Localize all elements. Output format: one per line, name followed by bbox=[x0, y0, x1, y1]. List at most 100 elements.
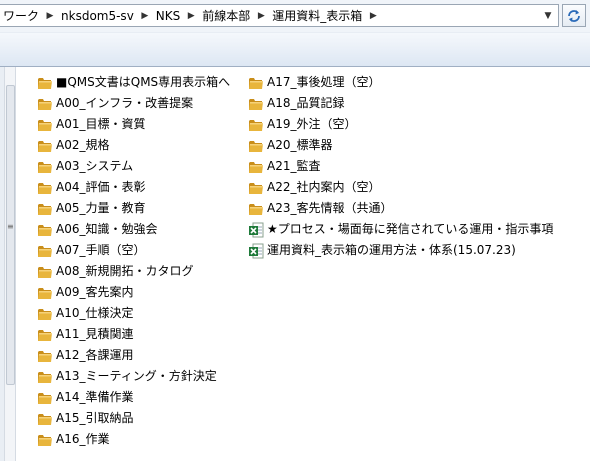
chevron-right-icon[interactable]: ▶ bbox=[363, 11, 383, 21]
breadcrumb-nks[interactable]: NKS bbox=[155, 7, 181, 25]
folder-name: A16_作業 bbox=[56, 432, 110, 446]
folder-icon bbox=[37, 180, 53, 196]
folder-item[interactable]: A19_外注（空） bbox=[248, 114, 553, 135]
folder-name: A18_品質記録 bbox=[267, 96, 345, 110]
folder-icon bbox=[37, 201, 53, 217]
folder-item[interactable]: A18_品質記録 bbox=[248, 93, 553, 114]
file-name: ★プロセス・場面毎に発信されている運用・指示事項 bbox=[267, 222, 554, 236]
folder-name: A07_手順（空） bbox=[56, 243, 146, 257]
folder-name: A20_標準器 bbox=[267, 138, 333, 152]
folder-icon bbox=[37, 138, 53, 154]
folder-item[interactable]: A07_手順（空） bbox=[37, 240, 230, 261]
folder-item[interactable]: A17_事後処理（空） bbox=[248, 72, 553, 93]
folder-name: A12_各課運用 bbox=[56, 348, 134, 362]
folder-icon bbox=[37, 159, 53, 175]
file-name: 運用資料_表示箱の運用方法・体系(15.07.23) bbox=[267, 243, 516, 257]
folder-name: A10_仕様決定 bbox=[56, 306, 134, 320]
folder-item[interactable]: A21_監査 bbox=[248, 156, 553, 177]
folder-name: A08_新規開拓・カタログ bbox=[56, 264, 194, 278]
file-item[interactable]: 運用資料_表示箱の運用方法・体系(15.07.23) bbox=[248, 240, 553, 261]
folder-name: A02_規格 bbox=[56, 138, 110, 152]
folder-name: A09_客先案内 bbox=[56, 285, 134, 299]
folder-icon bbox=[37, 222, 53, 238]
folder-item[interactable]: ■QMS文書はQMS専用表示箱へ bbox=[37, 72, 230, 93]
folder-item[interactable]: A12_各課運用 bbox=[37, 345, 230, 366]
folder-icon bbox=[248, 96, 264, 112]
folder-icon bbox=[37, 369, 53, 385]
file-column-1: ■QMS文書はQMS専用表示箱へ A00_インフラ・改善提案 A01_目標・資質 A0… bbox=[37, 72, 230, 450]
folder-item[interactable]: A13_ミーティング・方針決定 bbox=[37, 366, 230, 387]
excel-file-icon bbox=[248, 243, 264, 259]
folder-item[interactable]: A00_インフラ・改善提案 bbox=[37, 93, 230, 114]
chevron-right-icon[interactable]: ▶ bbox=[40, 11, 60, 21]
folder-item[interactable]: A10_仕様決定 bbox=[37, 303, 230, 324]
breadcrumb-current[interactable]: 運用資料_表示箱 bbox=[271, 7, 363, 25]
breadcrumb-server[interactable]: nksdom5-sv bbox=[60, 7, 135, 25]
folder-name: A00_インフラ・改善提案 bbox=[56, 96, 194, 110]
folder-item[interactable]: A06_知識・勉強会 bbox=[37, 219, 230, 240]
folder-icon bbox=[248, 75, 264, 91]
folder-name: ■QMS文書はQMS専用表示箱へ bbox=[56, 75, 231, 89]
folder-name: A22_社内案内（空） bbox=[267, 180, 381, 194]
folder-item[interactable]: A01_目標・資質 bbox=[37, 114, 230, 135]
chevron-right-icon[interactable]: ▶ bbox=[251, 11, 271, 21]
folder-name: A15_引取納品 bbox=[56, 411, 134, 425]
folder-icon bbox=[37, 96, 53, 112]
folder-icon bbox=[37, 306, 53, 322]
folder-name: A06_知識・勉強会 bbox=[56, 222, 158, 236]
folder-icon bbox=[248, 180, 264, 196]
folder-icon bbox=[248, 138, 264, 154]
splitter-thumb[interactable] bbox=[6, 85, 15, 385]
folder-name: A11_見積関連 bbox=[56, 327, 134, 341]
folder-icon bbox=[37, 264, 53, 280]
address-dropdown-button[interactable]: ▼ bbox=[539, 6, 557, 25]
folder-icon bbox=[248, 117, 264, 133]
folder-name: A04_評価・表彰 bbox=[56, 180, 146, 194]
chevron-down-icon: ▼ bbox=[544, 10, 552, 21]
folder-item[interactable]: A15_引取納品 bbox=[37, 408, 230, 429]
folder-icon bbox=[248, 159, 264, 175]
folder-name: A17_事後処理（空） bbox=[267, 75, 381, 89]
file-item[interactable]: ★プロセス・場面毎に発信されている運用・指示事項 bbox=[248, 219, 553, 240]
breadcrumb-network[interactable]: ワーク bbox=[2, 7, 40, 25]
grip-icon: ≡ bbox=[7, 222, 14, 231]
refresh-button[interactable] bbox=[562, 4, 586, 27]
folder-icon bbox=[37, 390, 53, 406]
folder-icon bbox=[37, 411, 53, 427]
folder-item[interactable]: A23_客先情報（共通） bbox=[248, 198, 553, 219]
folder-item[interactable]: A09_客先案内 bbox=[37, 282, 230, 303]
folder-name: A01_目標・資質 bbox=[56, 117, 146, 131]
breadcrumb: ワーク ▶ nksdom5-sv ▶ NKS ▶ 前線本部 ▶ 運用資料_表示箱… bbox=[2, 7, 383, 25]
command-bar bbox=[0, 32, 590, 67]
folder-name: A14_準備作業 bbox=[56, 390, 134, 404]
folder-item[interactable]: A02_規格 bbox=[37, 135, 230, 156]
folder-icon bbox=[37, 327, 53, 343]
folder-name: A21_監査 bbox=[267, 159, 321, 173]
address-bar[interactable]: ワーク ▶ nksdom5-sv ▶ NKS ▶ 前線本部 ▶ 運用資料_表示箱… bbox=[0, 4, 559, 27]
folder-name: A05_力量・教育 bbox=[56, 201, 146, 215]
folder-item[interactable]: A20_標準器 bbox=[248, 135, 553, 156]
folder-item[interactable]: A22_社内案内（空） bbox=[248, 177, 553, 198]
folder-name: A13_ミーティング・方針決定 bbox=[56, 369, 217, 383]
folder-item[interactable]: A11_見積関連 bbox=[37, 324, 230, 345]
breadcrumb-honbu[interactable]: 前線本部 bbox=[201, 7, 251, 25]
folder-icon bbox=[37, 285, 53, 301]
folder-item[interactable]: A16_作業 bbox=[37, 429, 230, 450]
folder-item[interactable]: A03_システム bbox=[37, 156, 230, 177]
folder-item[interactable]: A05_力量・教育 bbox=[37, 198, 230, 219]
refresh-icon bbox=[568, 9, 580, 22]
file-column-2: A17_事後処理（空） A18_品質記録 A19_外注（空） A20_標準器 A21_監… bbox=[248, 72, 553, 261]
chevron-right-icon[interactable]: ▶ bbox=[181, 11, 201, 21]
folder-name: A03_システム bbox=[56, 159, 134, 173]
folder-name: A23_客先情報（共通） bbox=[267, 201, 393, 215]
folder-icon bbox=[37, 117, 53, 133]
folder-item[interactable]: A04_評価・表彰 bbox=[37, 177, 230, 198]
folder-icon bbox=[37, 75, 53, 91]
pane-splitter[interactable]: ≡ bbox=[4, 67, 16, 461]
folder-icon bbox=[248, 201, 264, 217]
address-area: ワーク ▶ nksdom5-sv ▶ NKS ▶ 前線本部 ▶ 運用資料_表示箱… bbox=[0, 0, 590, 32]
folder-name: A19_外注（空） bbox=[267, 117, 357, 131]
folder-item[interactable]: A14_準備作業 bbox=[37, 387, 230, 408]
chevron-right-icon[interactable]: ▶ bbox=[135, 11, 155, 21]
folder-item[interactable]: A08_新規開拓・カタログ bbox=[37, 261, 230, 282]
